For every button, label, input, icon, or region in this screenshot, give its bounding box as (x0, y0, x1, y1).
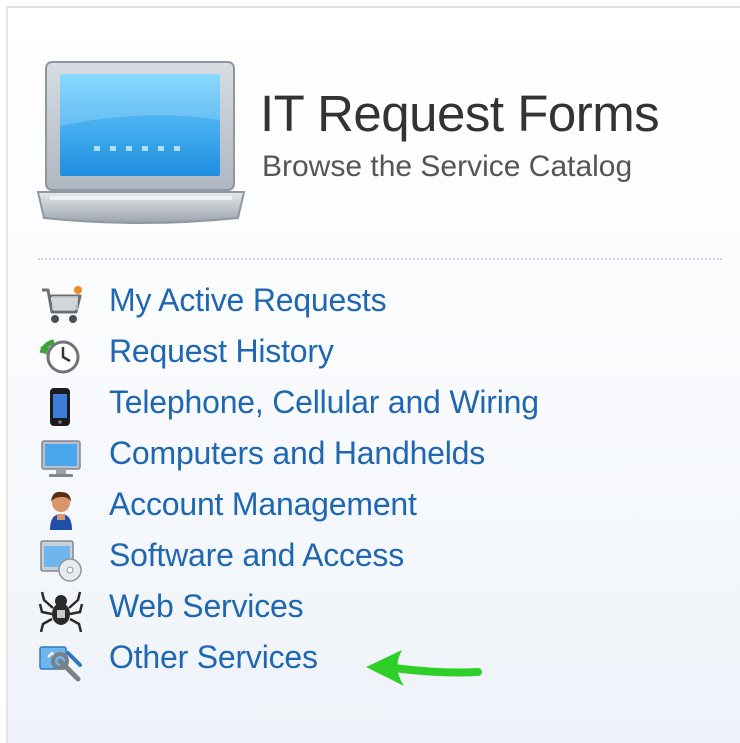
tools-services-icon (39, 646, 82, 682)
spider-icon (38, 591, 84, 633)
link-label[interactable]: Software and Access (109, 537, 404, 574)
link-label[interactable]: Telephone, Cellular and Wiring (109, 384, 539, 421)
link-request-history[interactable]: Request History (0, 329, 740, 379)
phone-icon (50, 388, 70, 426)
link-label[interactable]: Other Services (109, 639, 318, 676)
link-label[interactable]: Web Services (109, 588, 304, 625)
user-account-icon (50, 491, 72, 530)
link-telephone-cellular-wiring[interactable]: Telephone, Cellular and Wiring (0, 380, 740, 430)
header-divider (38, 258, 722, 260)
link-computers-handhelds[interactable]: Computers and Handhelds (0, 431, 740, 481)
link-software-access[interactable]: Software and Access (0, 533, 740, 583)
green-arrow-icon (366, 650, 482, 686)
page-title: IT Request Forms (260, 85, 660, 142)
link-label[interactable]: Computers and Handhelds (109, 435, 485, 472)
shopping-cart-icon (42, 286, 82, 323)
software-cd-icon (40, 540, 82, 582)
link-account-management[interactable]: Account Management (0, 482, 740, 532)
laptop-icon (36, 61, 246, 224)
monitor-icon (41, 440, 81, 477)
link-label[interactable]: Request History (109, 333, 334, 370)
page-subtitle: Browse the Service Catalog (262, 150, 633, 183)
link-label[interactable]: My Active Requests (109, 282, 387, 319)
history-clock-icon (39, 339, 80, 374)
link-web-services[interactable]: Web Services (0, 584, 740, 634)
link-my-active-requests[interactable]: My Active Requests (0, 278, 740, 328)
link-label[interactable]: Account Management (109, 486, 417, 523)
